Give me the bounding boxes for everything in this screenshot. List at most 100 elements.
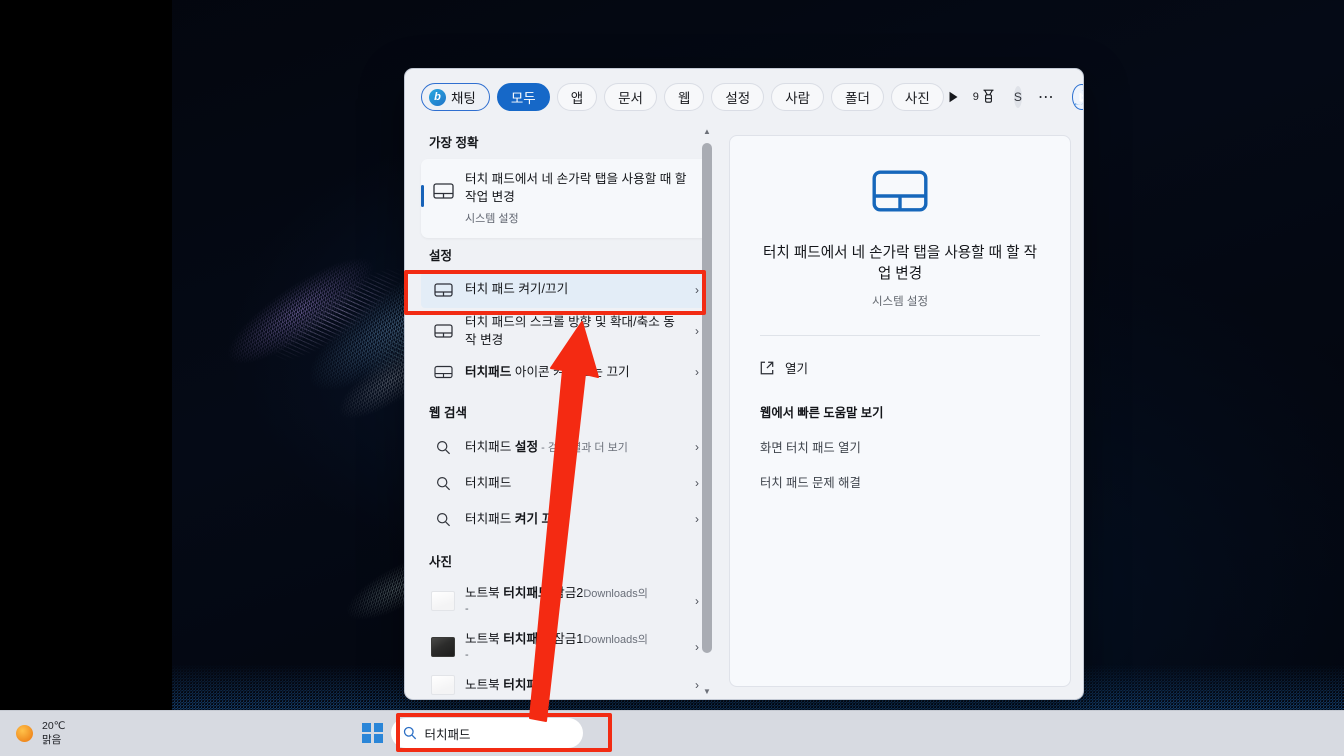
tab-chat-label: 채팅 (451, 87, 476, 107)
scrollbar-track[interactable] (702, 139, 712, 685)
tab-people[interactable]: 사람 (771, 83, 824, 111)
tab-web-label: 웹 (678, 87, 690, 107)
chevron-right-icon: › (685, 594, 699, 608)
touchpad-icon (421, 324, 465, 338)
web-result-2[interactable]: 터치패드 켜기 끄기 › (421, 501, 711, 537)
weather-condition: 맑음 (42, 734, 65, 747)
tab-apps[interactable]: 앱 (557, 83, 597, 111)
preview-card: 터치 패드에서 네 손가락 탭을 사용할 때 할 작업 변경 시스템 설정 열기… (729, 135, 1071, 687)
preview-subtitle: 시스템 설정 (872, 293, 928, 309)
web-result-1[interactable]: 터치패드 › (421, 465, 711, 501)
photo-label-dash: - (465, 602, 685, 617)
photo-label-sub: Downloads의 (583, 588, 648, 600)
preview-open-button[interactable]: 열기 (760, 358, 808, 377)
taskbar-search-input[interactable]: 터치패드 (391, 718, 583, 748)
chevron-up-icon[interactable]: ▲ (703, 125, 711, 139)
web-result-label: 터치패드 (465, 474, 685, 492)
rewards-indicator[interactable]: 9 (973, 89, 996, 105)
photo-label-rest: 잠금2 (550, 586, 584, 600)
chevron-right-icon: › (685, 678, 699, 692)
ellipsis-icon[interactable]: ⋯ (1038, 87, 1055, 107)
results-scrollbar[interactable]: ▲ ▼ (701, 125, 713, 699)
best-match-result[interactable]: 터치 패드에서 네 손가락 탭을 사용할 때 할 작업 변경 시스템 설정 (421, 159, 711, 238)
web-result-0[interactable]: 터치패드 설정 - 검색 결과 더 보기 › (421, 429, 711, 465)
chevron-right-icon: › (685, 640, 699, 654)
rewards-count: 9 (973, 91, 979, 103)
settings-result-label: 터치 패드 켜기/끄기 (465, 280, 685, 298)
photo-label-dash: - (465, 648, 685, 663)
settings-result-scroll-zoom[interactable]: 터치 패드의 스크롤 방향 및 확대/축소 동작 변경 › (421, 308, 711, 355)
preview-help-link-0[interactable]: 화면 터치 패드 열기 (760, 438, 861, 456)
search-icon (421, 440, 465, 455)
tab-folders-label: 폴더 (845, 87, 870, 107)
avatar-initial: S (1014, 90, 1022, 104)
section-heading-settings: 설정 (405, 238, 721, 272)
tab-apps-label: 앱 (571, 87, 583, 107)
settings-result-label: 터치패드 아이콘 켜기 또는 끄기 (465, 363, 685, 381)
section-heading-best-match: 가장 정확 (405, 125, 721, 159)
photo-label-bold: 터치패드 (503, 586, 549, 600)
rewards-medal-icon (981, 89, 996, 105)
preview-pane: 터치 패드에서 네 손가락 탭을 사용할 때 할 작업 변경 시스템 설정 열기… (721, 125, 1083, 699)
chevron-right-icon: › (685, 324, 699, 338)
photo-label-plain: 노트북 (465, 586, 503, 600)
tab-all[interactable]: 모두 (497, 83, 550, 111)
taskbar: 20℃ 맑음 터치패드 (0, 710, 1344, 756)
chevron-right-icon: › (685, 365, 699, 379)
photo-label-bold: 터치패드 (503, 632, 549, 646)
photo-result-0[interactable]: 노트북 터치패드 잠금2Downloads의 - › (421, 578, 711, 624)
avatar[interactable]: S (1014, 86, 1022, 108)
settings-result-touchpad-icon-toggle[interactable]: 터치패드 아이콘 켜기 또는 끄기 › (421, 354, 711, 390)
best-match-title: 터치 패드에서 네 손가락 탭을 사용할 때 할 작업 변경 (465, 170, 701, 207)
scrollbar-thumb[interactable] (702, 143, 712, 653)
web-result-label-plain: 터치패드 (465, 512, 515, 526)
touchpad-icon (421, 170, 465, 199)
tab-photos-label: 사진 (905, 87, 930, 107)
windows-logo-icon[interactable] (362, 723, 383, 744)
photo-label-sub: Downloads의 (583, 634, 648, 646)
photo-label-plain: 노트북 (465, 678, 503, 692)
tab-all-label: 모두 (511, 87, 536, 107)
bing-logo-icon[interactable] (1072, 84, 1084, 110)
photo-result-2-partial[interactable]: 노트북 터치패드 › (421, 670, 711, 699)
web-result-label-plain: 터치패드 (465, 440, 515, 454)
taskbar-center: 터치패드 (362, 710, 583, 756)
play-arrow-icon[interactable] (948, 84, 959, 110)
photo-thumbnail (421, 591, 465, 611)
preview-help-link-1[interactable]: 터치 패드 문제 해결 (760, 473, 861, 491)
settings-result-label: 터치 패드의 스크롤 방향 및 확대/축소 동작 변경 (465, 313, 685, 350)
settings-result-touchpad-toggle[interactable]: 터치 패드 켜기/끄기 › (421, 272, 711, 308)
wallpaper-dark-band (0, 0, 172, 710)
photo-result-1[interactable]: 노트북 터치패드 잠금1Downloads의 - › (421, 624, 711, 670)
tab-chat[interactable]: b 채팅 (421, 83, 490, 111)
photo-label-bold: 터치패드 (503, 678, 549, 692)
settings-result-label-rest: 아이콘 켜기 또는 끄기 (511, 365, 629, 379)
tab-web[interactable]: 웹 (664, 83, 704, 111)
best-match-subtitle: 시스템 설정 (465, 210, 701, 226)
external-link-icon (760, 361, 774, 375)
preview-title: 터치 패드에서 네 손가락 탭을 사용할 때 할 작업 변경 (760, 243, 1040, 284)
web-result-label-sub: - 검색 결과 더 보기 (538, 442, 628, 454)
tab-folders[interactable]: 폴더 (831, 83, 884, 111)
tab-people-label: 사람 (785, 87, 810, 107)
tab-documents[interactable]: 문서 (604, 83, 657, 111)
search-filter-tabbar: b 채팅 모두 앱 문서 웹 설정 사람 폴더 사진 9 S (405, 69, 1083, 125)
web-result-label-bold: 설정 (515, 440, 538, 454)
chevron-down-icon[interactable]: ▼ (703, 685, 711, 699)
tab-settings[interactable]: 설정 (711, 83, 764, 111)
taskbar-weather-widget[interactable]: 20℃ 맑음 (16, 720, 65, 746)
search-icon (421, 476, 465, 491)
web-result-label: 터치패드 켜기 끄기 (465, 510, 685, 528)
weather-temperature: 20℃ (42, 720, 65, 733)
web-result-label-bold: 켜기 끄기 (515, 512, 565, 526)
weather-text: 20℃ 맑음 (42, 720, 65, 746)
photo-thumbnail (421, 637, 465, 657)
chevron-right-icon: › (685, 512, 699, 526)
search-flyout-panel: b 채팅 모두 앱 문서 웹 설정 사람 폴더 사진 9 S (404, 68, 1084, 700)
touchpad-icon (872, 170, 928, 217)
tab-settings-label: 설정 (725, 87, 750, 107)
flyout-body: 가장 정확 터치 패드에서 네 손가락 탭을 사용할 때 할 작업 변경 시스템… (405, 125, 1083, 699)
preview-divider (760, 335, 1040, 336)
photo-result-label: 노트북 터치패드 잠금1Downloads의 - (465, 631, 685, 663)
tab-photos[interactable]: 사진 (891, 83, 944, 111)
